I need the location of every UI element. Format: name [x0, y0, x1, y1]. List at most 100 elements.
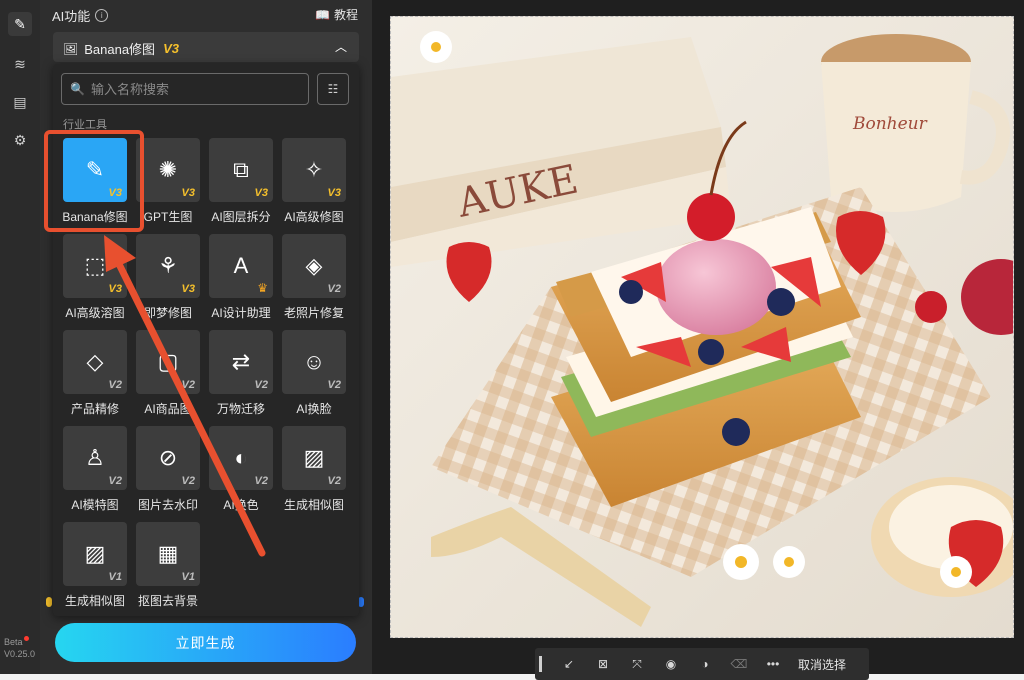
tool-tile[interactable]: ▨ V1 — [63, 522, 127, 586]
list-view-icon: ☷ — [327, 82, 339, 96]
chevron-up-icon[interactable]: ︿ — [335, 38, 347, 55]
version-badge: V3 — [327, 187, 341, 199]
version-badge: V2 — [254, 379, 268, 391]
mask-icon[interactable]: ◉ — [654, 657, 688, 671]
smart-select-icon[interactable]: ⊠ — [586, 657, 620, 671]
search-input[interactable] — [88, 80, 293, 98]
image-sparkle-icon: ⬚ — [84, 253, 106, 278]
beta-dot — [23, 636, 29, 641]
model-select-dropdown[interactable]: 🖼 Banana修图 V3 ︿ — [53, 32, 359, 62]
version-badge: V2 — [181, 379, 195, 391]
version-badge: V3 — [181, 187, 195, 199]
tool-tile[interactable]: ✧ V3 — [282, 138, 346, 202]
pen-icon[interactable]: ✎ — [8, 12, 32, 36]
magic-wand-icon: ✧ — [304, 157, 324, 182]
version-badge: V2 — [181, 475, 195, 487]
cup-brand-text: Bonheur — [852, 114, 928, 134]
version-info: Beta V0.25.0 — [4, 636, 35, 660]
tool-tile[interactable]: ✺ V3 — [136, 138, 200, 202]
tool-tile[interactable]: ⬚ V3 — [63, 234, 127, 298]
version-badge: V3 — [108, 283, 122, 295]
contrast-icon[interactable]: ◑ — [688, 657, 722, 671]
tool-label[interactable]: AI高级溶图 — [57, 304, 133, 321]
info-icon[interactable]: i — [95, 9, 109, 22]
food-photo: AUKE Bonheur — [391, 17, 1013, 637]
tool-label[interactable]: AI高级修图 — [276, 208, 352, 225]
tool-tile[interactable]: ⧉ V3 — [209, 138, 273, 202]
list-view-toggle[interactable]: ☷ — [317, 73, 349, 105]
toolbar-grip[interactable] — [539, 656, 542, 672]
layers-icon[interactable]: ≋ — [8, 52, 32, 76]
tutorial-label: 教程 — [333, 8, 358, 22]
tool-tile[interactable]: ☺ V2 — [282, 330, 346, 394]
tool-tile[interactable]: ◐ V2 — [209, 426, 273, 490]
tool-label[interactable]: AI图层拆分 — [203, 208, 279, 225]
version-badge: V3 — [254, 187, 268, 199]
tool-label[interactable]: AI换脸 — [276, 400, 352, 417]
model-version-badge: V3 — [163, 41, 179, 56]
version-badge: V2 — [254, 475, 268, 487]
photo-restore-icon: ◈ — [305, 253, 323, 278]
tool-tile[interactable]: A ♛ — [209, 234, 273, 298]
version-badge: V2 — [327, 475, 341, 487]
dream-icon: ⚘ — [158, 253, 178, 278]
tool-label[interactable]: AI换色 — [203, 496, 279, 513]
version-badge: V3 — [181, 283, 195, 295]
similar-image-icon: ▨ — [303, 445, 325, 470]
tutorial-link[interactable]: 📖 教程 — [315, 6, 358, 23]
tool-tile[interactable]: ⇄ V2 — [209, 330, 273, 394]
tool-tile[interactable]: ⊘ V2 — [136, 426, 200, 490]
tool-label[interactable]: 即梦修图 — [130, 304, 206, 321]
design-assistant-icon: A — [233, 253, 249, 278]
search-icon: 🔍 — [70, 82, 85, 96]
version-badge: V2 — [108, 475, 122, 487]
cancel-selection-button[interactable]: 取消选择 — [798, 656, 846, 673]
tool-tile[interactable]: ♙ V2 — [63, 426, 127, 490]
more-icon[interactable]: ••• — [756, 657, 790, 671]
similar-image-v1-icon: ▨ — [84, 541, 106, 566]
remove-watermark-icon: ⊘ — [158, 445, 178, 470]
tool-label[interactable]: 抠图去背景 — [130, 592, 206, 609]
generate-button[interactable]: 立即生成 — [55, 623, 356, 662]
gear-icon[interactable]: ⚙ — [8, 128, 32, 152]
tool-tile[interactable]: ▦ V1 — [136, 522, 200, 586]
tool-label[interactable]: AI商品图 — [130, 400, 206, 417]
panel-header: AI功能 i — [52, 6, 109, 25]
model-person-icon: ♙ — [85, 445, 105, 470]
tool-label[interactable]: AI设计助理 — [203, 304, 279, 321]
face-swap-icon: ☺ — [302, 349, 326, 374]
tool-label[interactable]: 万物迁移 — [203, 400, 279, 417]
version-badge: V2 — [108, 379, 122, 391]
clipboard-icon[interactable]: ▤ — [8, 90, 32, 114]
tool-tile[interactable]: ◈ V2 — [282, 234, 346, 298]
tool-label[interactable]: 产品精修 — [57, 400, 133, 417]
tool-tile[interactable]: ⚘ V3 — [136, 234, 200, 298]
openai-icon: ✺ — [158, 157, 178, 182]
tool-label[interactable]: 生成相似图 — [57, 592, 133, 609]
tool-tile[interactable]: ▨ V2 — [282, 426, 346, 490]
left-tool-rail: ✎ ≋ ▤ ⚙ Beta V0.25.0 — [0, 0, 40, 674]
cutout-icon: ▦ — [157, 541, 179, 566]
tool-label[interactable]: AI模特图 — [57, 496, 133, 513]
version-label: V0.25.0 — [4, 649, 36, 659]
panel-scroll-marker-left — [46, 597, 52, 607]
product-image-icon: ▢ — [157, 349, 179, 374]
canvas-image[interactable]: AUKE Bonheur — [390, 16, 1014, 638]
highlight-box — [44, 130, 144, 232]
search-box[interactable]: 🔍 — [61, 73, 309, 105]
image-icon: 🖼 — [63, 41, 79, 56]
book-icon: 📖 — [315, 7, 330, 22]
tool-tile[interactable]: ▢ V2 — [136, 330, 200, 394]
selection-toolbar: ↙ ⊠ ⤧ ◉ ◑ ⌫ ••• 取消选择 — [535, 648, 869, 680]
beta-label: Beta — [4, 637, 23, 647]
tool-label[interactable]: 生成相似图 — [276, 496, 352, 513]
eraser-icon[interactable]: ⌫ — [722, 657, 756, 671]
brush-select-icon[interactable]: ↙ — [552, 657, 586, 671]
version-badge: V2 — [327, 283, 341, 295]
tool-tile[interactable]: ◇ V2 — [63, 330, 127, 394]
model-name: Banana修图 — [84, 42, 156, 57]
expand-select-icon[interactable]: ⤧ — [620, 657, 654, 672]
tool-label[interactable]: 老照片修复 — [276, 304, 352, 321]
transfer-icon: ⇄ — [231, 349, 251, 374]
tool-label[interactable]: 图片去水印 — [130, 496, 206, 513]
